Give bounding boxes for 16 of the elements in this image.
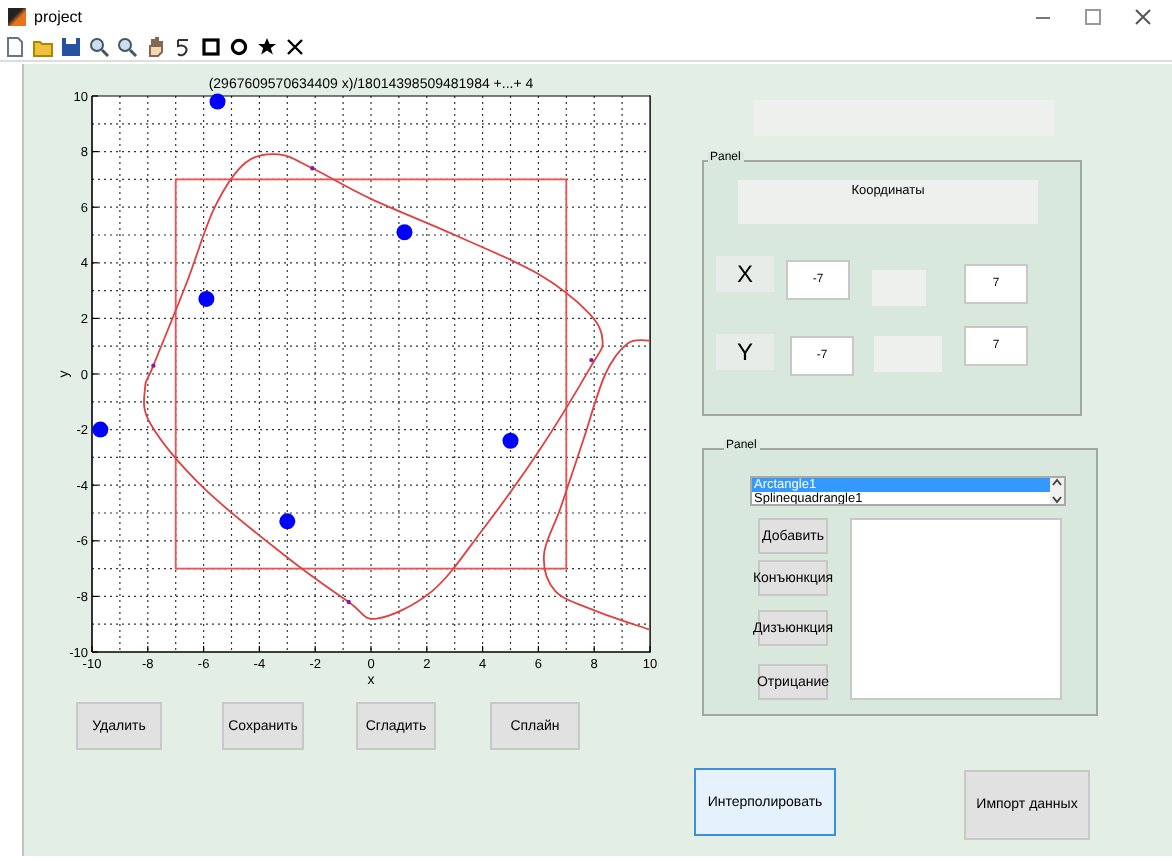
axis-label: Y	[716, 334, 774, 370]
maximize-icon[interactable]	[1084, 7, 1102, 25]
circle-icon[interactable]	[228, 35, 250, 57]
window-title: project	[34, 7, 83, 25]
axis-label: X	[716, 256, 774, 292]
star-icon[interactable]	[256, 35, 278, 57]
close-icon[interactable]	[1134, 7, 1152, 25]
save-icon[interactable]	[60, 35, 82, 57]
hand-icon[interactable]	[144, 35, 166, 57]
zoom-out-icon[interactable]	[116, 35, 138, 57]
square-icon[interactable]	[200, 35, 222, 57]
zoom-in-icon[interactable]	[88, 35, 110, 57]
app-icon	[8, 7, 26, 25]
scroll-up-icon[interactable]	[1052, 478, 1062, 486]
scroll-down-icon[interactable]	[1052, 496, 1062, 504]
cross-icon[interactable]	[284, 35, 306, 57]
